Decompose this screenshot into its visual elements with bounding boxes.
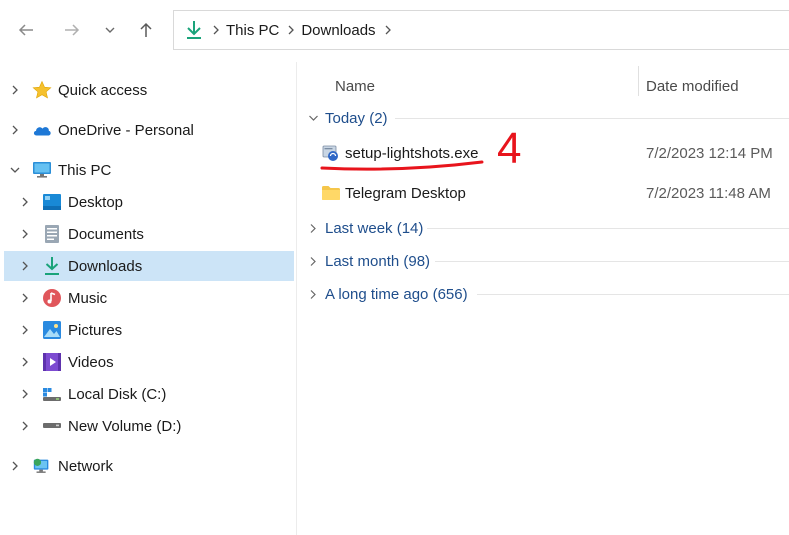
column-divider[interactable] xyxy=(638,66,639,96)
chevron-right-icon xyxy=(307,256,319,267)
chevron-right-icon[interactable] xyxy=(8,123,22,137)
arrow-up-icon xyxy=(140,22,152,37)
nav-item-label: New Volume (D:) xyxy=(68,417,182,435)
nav-item-music[interactable]: Music xyxy=(18,283,107,313)
group-header-last-week[interactable]: Last week (14) xyxy=(307,216,423,240)
arrow-right-icon xyxy=(65,24,80,36)
nav-item-label: OneDrive - Personal xyxy=(58,121,194,139)
nav-item-this-pc[interactable]: This PC xyxy=(8,155,111,185)
group-header-long-time-ago[interactable]: A long time ago (656) xyxy=(307,282,468,306)
up-button[interactable] xyxy=(130,14,162,46)
nav-item-label: Videos xyxy=(68,353,114,371)
drive-icon xyxy=(42,416,62,436)
chevron-right-icon[interactable] xyxy=(384,22,392,38)
nav-item-downloads[interactable]: Downloads xyxy=(4,251,294,281)
nav-item-desktop[interactable]: Desktop xyxy=(18,187,123,217)
nav-item-label: Music xyxy=(68,289,108,307)
group-divider xyxy=(435,261,789,262)
installer-icon xyxy=(321,143,341,163)
nav-item-label: This PC xyxy=(58,161,112,179)
breadcrumb-downloads[interactable]: Downloads xyxy=(301,22,375,39)
file-date: 7/2/2023 11:48 AM xyxy=(646,184,771,202)
chevron-right-icon xyxy=(307,223,319,234)
nav-item-label: Pictures xyxy=(68,321,123,339)
folder-icon xyxy=(321,183,341,203)
forward-button[interactable] xyxy=(56,14,88,46)
column-header-name-label: Name xyxy=(335,77,376,95)
chevron-right-icon[interactable] xyxy=(8,83,22,97)
navigation-pane: Quick access OneDrive - Personal This PC… xyxy=(0,62,296,535)
chevron-down-icon xyxy=(307,114,319,122)
chevron-right-icon[interactable] xyxy=(18,195,32,209)
nav-item-label: Network xyxy=(58,457,114,475)
file-name: setup-lightshots.exe xyxy=(345,144,479,162)
nav-item-onedrive[interactable]: OneDrive - Personal xyxy=(8,115,194,145)
group-divider xyxy=(427,228,789,229)
group-header-today[interactable]: Today (2) xyxy=(307,106,388,130)
chevron-right-icon[interactable] xyxy=(18,323,32,337)
file-date: 7/2/2023 12:14 PM xyxy=(646,144,773,162)
file-row-setup-lightshots[interactable]: setup-lightshots.exe 7/2/2023 12:14 PM xyxy=(321,139,789,167)
monitor-icon xyxy=(32,160,52,180)
drive-icon xyxy=(42,384,62,404)
chevron-right-icon[interactable] xyxy=(8,459,22,473)
group-label: Last week (14) xyxy=(325,219,424,237)
pictures-icon xyxy=(42,320,62,340)
chevron-right-icon xyxy=(307,289,319,300)
nav-item-label: Desktop xyxy=(68,193,124,211)
column-header-date-label: Date modified xyxy=(646,77,739,95)
group-divider xyxy=(395,118,789,119)
file-list: Name Date modified Today (2) setup-light… xyxy=(297,62,789,535)
chevron-right-icon xyxy=(212,22,220,38)
chevron-right-icon[interactable] xyxy=(18,259,32,273)
nav-item-label: Downloads xyxy=(68,257,143,275)
nav-item-label: Documents xyxy=(68,225,144,243)
chevron-right-icon[interactable] xyxy=(18,419,32,433)
chevron-right-icon[interactable] xyxy=(287,22,295,38)
nav-item-label: Quick access xyxy=(58,81,148,99)
chevron-right-icon[interactable] xyxy=(18,291,32,305)
cloud-icon xyxy=(32,120,52,140)
nav-item-pictures[interactable]: Pictures xyxy=(18,315,122,345)
chevron-right-icon[interactable] xyxy=(18,227,32,241)
desktop-icon xyxy=(42,192,62,212)
group-divider xyxy=(477,294,789,295)
nav-item-new-volume-d[interactable]: New Volume (D:) xyxy=(18,411,181,441)
network-icon xyxy=(32,456,52,476)
nav-item-videos[interactable]: Videos xyxy=(18,347,114,377)
annotation-step-number: 4 xyxy=(497,124,522,173)
music-icon xyxy=(42,288,62,308)
chevron-right-icon[interactable] xyxy=(18,387,32,401)
column-header-date-modified[interactable]: Date modified xyxy=(646,68,786,104)
file-row-telegram-desktop[interactable]: Telegram Desktop 7/2/2023 11:48 AM xyxy=(321,179,789,207)
address-bar[interactable]: This PC Downloads xyxy=(173,10,789,50)
nav-item-local-disk-c[interactable]: Local Disk (C:) xyxy=(18,379,166,409)
group-label: Today (2) xyxy=(325,109,388,127)
breadcrumb-this-pc[interactable]: This PC xyxy=(226,22,279,39)
chevron-down-icon[interactable] xyxy=(8,163,22,177)
nav-item-quick-access[interactable]: Quick access xyxy=(8,75,147,105)
column-header-name[interactable]: Name xyxy=(335,68,635,104)
nav-item-label: Local Disk (C:) xyxy=(68,385,167,403)
group-header-last-month[interactable]: Last month (98) xyxy=(307,249,430,273)
recent-locations-button[interactable] xyxy=(94,14,126,46)
toolbar: This PC Downloads xyxy=(0,0,789,62)
videos-icon xyxy=(42,352,62,372)
download-icon xyxy=(42,256,62,276)
document-icon xyxy=(42,224,62,244)
arrow-left-icon xyxy=(18,24,33,36)
back-button[interactable] xyxy=(10,14,42,46)
group-label: A long time ago (656) xyxy=(325,285,468,303)
nav-item-network[interactable]: Network xyxy=(8,451,113,481)
chevron-down-icon xyxy=(105,27,115,33)
file-name: Telegram Desktop xyxy=(345,184,466,202)
star-icon xyxy=(32,80,52,100)
chevron-right-icon[interactable] xyxy=(18,355,32,369)
nav-item-documents[interactable]: Documents xyxy=(18,219,144,249)
download-icon xyxy=(187,21,201,39)
group-label: Last month (98) xyxy=(325,252,431,270)
